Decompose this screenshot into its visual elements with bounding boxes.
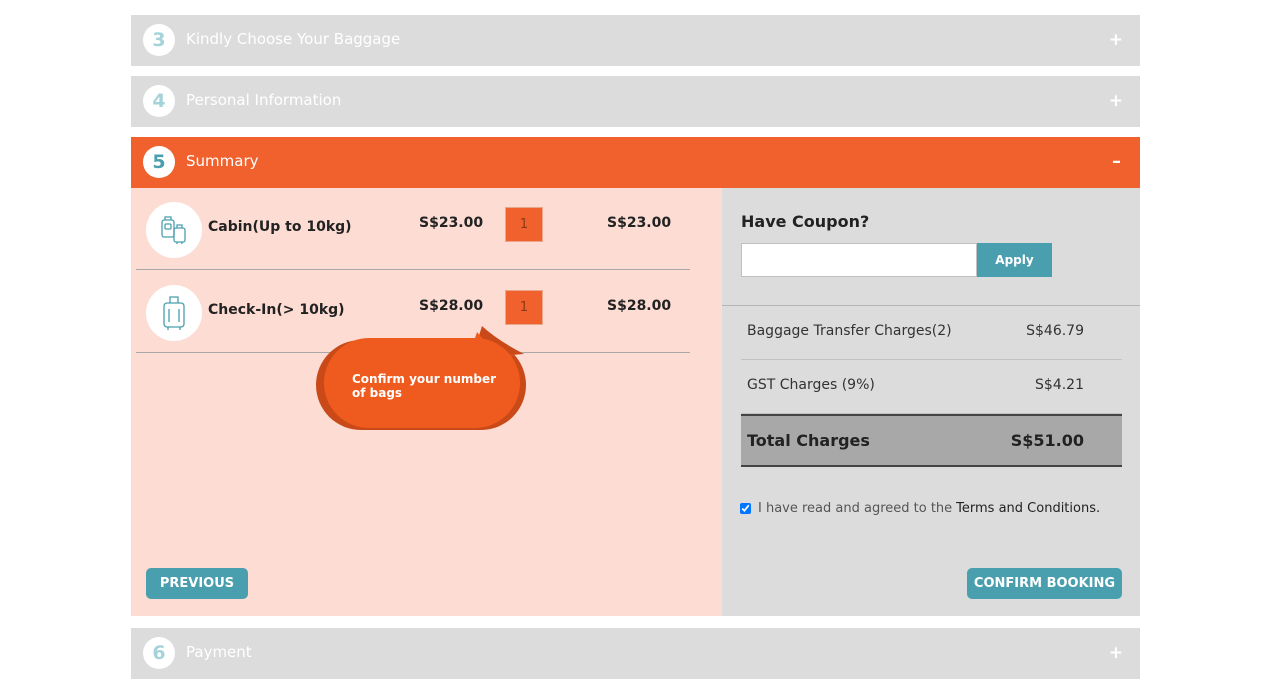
coupon-input[interactable] xyxy=(741,243,977,277)
step-title: Summary xyxy=(186,152,259,170)
tooltip-text: Confirm your number of bags xyxy=(352,372,497,400)
coupon-title: Have Coupon? xyxy=(741,212,870,231)
step-title: Payment xyxy=(186,643,252,661)
step-number-badge: 4 xyxy=(143,85,175,117)
total-value: S$51.00 xyxy=(1010,431,1084,450)
confirm-booking-button[interactable]: CONFIRM BOOKING xyxy=(967,568,1122,599)
terms-agreement: I have read and agreed to the Terms and … xyxy=(740,501,1100,516)
total-row: Total Charges S$51.00 xyxy=(741,414,1122,467)
charge-label: GST Charges (9%) xyxy=(747,377,875,393)
charge-label: Baggage Transfer Charges(2) xyxy=(747,323,952,339)
step-title: Kindly Choose Your Baggage xyxy=(186,30,401,48)
bag-quantity[interactable]: 1 xyxy=(505,290,543,325)
step-number-badge: 6 xyxy=(143,637,175,669)
charges-panel: Have Coupon? Apply Baggage Transfer Char… xyxy=(722,188,1140,616)
bag-line-total: S$23.00 xyxy=(607,215,672,231)
expand-plus-icon[interactable]: + xyxy=(1109,30,1123,50)
charge-row: Baggage Transfer Charges(2) S$46.79 xyxy=(741,306,1122,360)
step-payment-header[interactable]: 6 Payment + xyxy=(131,628,1140,679)
bag-quantity[interactable]: 1 xyxy=(505,207,543,242)
charge-value: S$4.21 xyxy=(1035,377,1084,393)
step-title: Personal Information xyxy=(186,91,342,109)
charge-value: S$46.79 xyxy=(1026,323,1084,339)
previous-button[interactable]: PREVIOUS xyxy=(146,568,248,599)
bag-name: Cabin(Up to 10kg) xyxy=(208,219,352,235)
expand-plus-icon[interactable]: + xyxy=(1109,643,1123,663)
bag-unit-price: S$28.00 xyxy=(419,298,484,314)
collapse-minus-icon[interactable]: – xyxy=(1112,151,1121,172)
terms-text: I have read and agreed to the xyxy=(758,501,953,516)
confirm-bags-tooltip: Confirm your number of bags xyxy=(312,322,532,434)
terms-checkbox[interactable] xyxy=(740,503,751,514)
bag-unit-price: S$23.00 xyxy=(419,215,484,231)
total-label: Total Charges xyxy=(747,431,870,450)
bag-row-cabin: Cabin(Up to 10kg) S$23.00 1 S$23.00 xyxy=(136,188,690,270)
step-baggage-header[interactable]: 3 Kindly Choose Your Baggage + xyxy=(131,15,1140,66)
cabin-bags-icon xyxy=(146,202,202,258)
suitcase-icon xyxy=(146,285,202,341)
step-personal-header[interactable]: 4 Personal Information + xyxy=(131,76,1140,127)
bag-name: Check-In(> 10kg) xyxy=(208,302,345,318)
charge-row: GST Charges (9%) S$4.21 xyxy=(741,360,1122,414)
step-number-badge: 3 xyxy=(143,24,175,56)
apply-coupon-button[interactable]: Apply xyxy=(977,243,1052,277)
expand-plus-icon[interactable]: + xyxy=(1109,91,1123,111)
step-summary-header[interactable]: 5 Summary – xyxy=(131,137,1140,188)
bag-line-total: S$28.00 xyxy=(607,298,672,314)
step-number-badge: 5 xyxy=(143,146,175,178)
terms-link[interactable]: Terms and Conditions. xyxy=(956,501,1100,516)
